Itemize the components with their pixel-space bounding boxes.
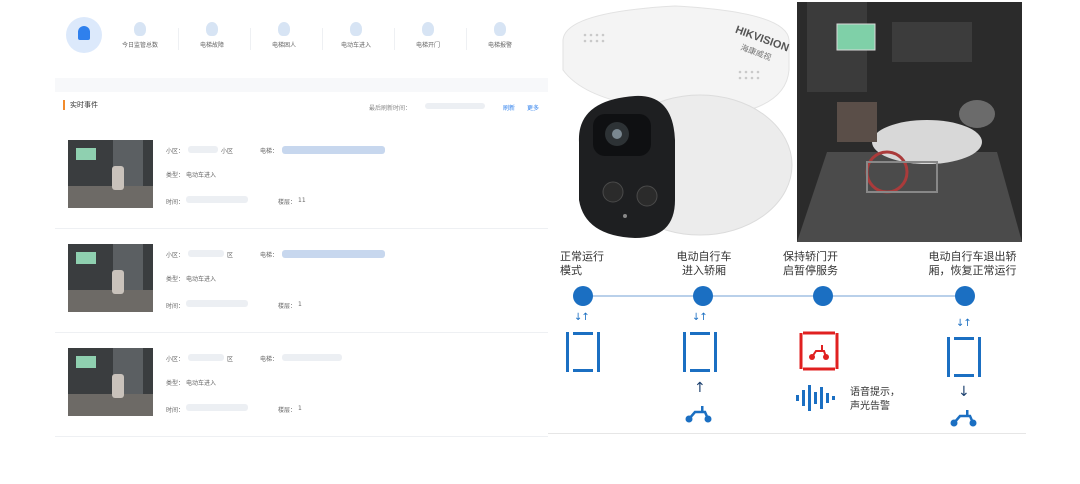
elevator-cctv-photo xyxy=(797,2,1022,242)
step-label: 电动自行车退出轿 厢，恢复正常运行 xyxy=(928,250,1017,277)
redacted-text xyxy=(188,146,218,153)
nav-item-trapped[interactable]: 电梯困人 xyxy=(250,14,318,49)
bottom-divider xyxy=(548,433,1026,434)
refresh-time-value xyxy=(425,103,485,109)
type-label: 类型： xyxy=(166,276,185,283)
nav-item-today-total[interactable]: 今日监管总数 xyxy=(106,14,174,49)
more-link[interactable]: 更多 xyxy=(527,103,539,112)
elevator-car-icon xyxy=(947,337,981,377)
type-value: 电动车进入 xyxy=(186,172,217,179)
ebike-icon xyxy=(685,406,712,423)
redacted-time xyxy=(186,300,248,307)
voice-alarm-note: 语音提示， 声光告警 xyxy=(850,387,900,412)
event-card[interactable]: 小区： 小区 电梯： 类型： 电动车进入 时间： 楼层： 11 xyxy=(55,124,548,229)
type-value: 电动车进入 xyxy=(186,276,217,283)
community-label: 小区： xyxy=(166,356,185,363)
time-label: 时间： xyxy=(166,407,185,414)
community-value: 小区 xyxy=(221,148,234,155)
sound-wave-icon xyxy=(796,385,835,411)
elevator-car-icon xyxy=(566,332,600,372)
type-value: 电动车进入 xyxy=(186,380,217,387)
redacted-time xyxy=(186,404,248,411)
up-down-arrows-icon: ↓↑ xyxy=(574,312,590,323)
timeline-dot xyxy=(955,286,975,306)
event-card[interactable]: 小区： 区 电梯： 类型： 电动车进入 时间： 楼层： 1 xyxy=(55,228,548,333)
community-label: 小区： xyxy=(166,148,185,155)
type-label: 类型： xyxy=(166,172,185,179)
scooter-icon xyxy=(350,22,362,36)
timeline-dot xyxy=(573,286,593,306)
realtime-events-panel: 实时事件 最后刷新时间： 刷新 更多 小区： 小区 电梯： 类型： 电动车进入 … xyxy=(55,92,548,437)
elevator-label: 电梯： xyxy=(260,252,279,259)
dome-camera-image: HIKVISION 海康威视 xyxy=(562,5,793,239)
alarm-bell-icon[interactable] xyxy=(66,17,102,53)
community-label: 小区： xyxy=(166,252,185,259)
event-thumbnail[interactable] xyxy=(68,244,153,312)
redacted-elevator xyxy=(282,354,342,361)
person-icon xyxy=(278,22,290,36)
nav-item-ebike[interactable]: 电动车进入 xyxy=(322,14,390,49)
nav-item-fault[interactable]: 电梯故障 xyxy=(178,14,246,49)
section-title: 实时事件 xyxy=(63,100,98,110)
warning-icon xyxy=(206,22,218,36)
door-icon xyxy=(422,22,434,36)
type-label: 类型： xyxy=(166,380,185,387)
floor-label: 楼层： xyxy=(278,303,297,310)
step-label: 正常运行 模式 xyxy=(560,250,604,277)
elevator-label: 电梯： xyxy=(260,148,279,155)
refresh-link[interactable]: 刷新 xyxy=(503,103,515,112)
event-thumbnail[interactable] xyxy=(68,348,153,416)
bell-icon xyxy=(134,22,146,36)
refresh-time-label: 最后刷新时间： xyxy=(369,105,412,112)
redacted-text xyxy=(188,250,224,257)
redacted-elevator xyxy=(282,250,385,258)
up-down-arrows-icon: ↓↑ xyxy=(692,312,708,323)
timeline-dot xyxy=(693,286,713,306)
ebike-icon xyxy=(950,410,977,427)
time-label: 时间： xyxy=(166,199,185,206)
floor-value: 1 xyxy=(298,405,302,412)
alert-elevator-icon xyxy=(799,331,839,371)
floor-label: 楼层： xyxy=(278,199,297,206)
step-label: 保持轿门开 启暂停服务 xyxy=(783,250,838,277)
timeline-dot xyxy=(813,286,833,306)
community-value: 区 xyxy=(227,252,234,259)
floor-value: 1 xyxy=(298,301,302,308)
step-label: 电动自行车 进入轿厢 xyxy=(676,250,732,277)
redacted-text xyxy=(188,354,224,361)
alarm-icon xyxy=(494,22,506,36)
time-label: 时间： xyxy=(166,303,185,310)
arrow-up-icon: ↑ xyxy=(694,380,706,396)
floor-value: 11 xyxy=(298,197,306,204)
arrow-down-icon: ↓ xyxy=(958,384,970,400)
community-value: 区 xyxy=(227,356,234,363)
nav-item-door[interactable]: 电梯开门 xyxy=(394,14,462,49)
elevator-label: 电梯： xyxy=(260,356,279,363)
event-card[interactable]: 小区： 区 电梯： 类型： 电动车进入 时间： 楼层： 1 xyxy=(55,332,548,437)
redacted-time xyxy=(186,196,248,203)
elevator-car-icon xyxy=(683,332,717,372)
up-down-arrows-icon: ↓↑ xyxy=(956,318,972,329)
floor-label: 楼层： xyxy=(278,407,297,414)
timeline-line xyxy=(583,295,968,297)
event-thumbnail[interactable] xyxy=(68,140,153,208)
nav-item-alarm[interactable]: 电梯报警 xyxy=(466,14,534,49)
redacted-elevator xyxy=(282,146,385,154)
